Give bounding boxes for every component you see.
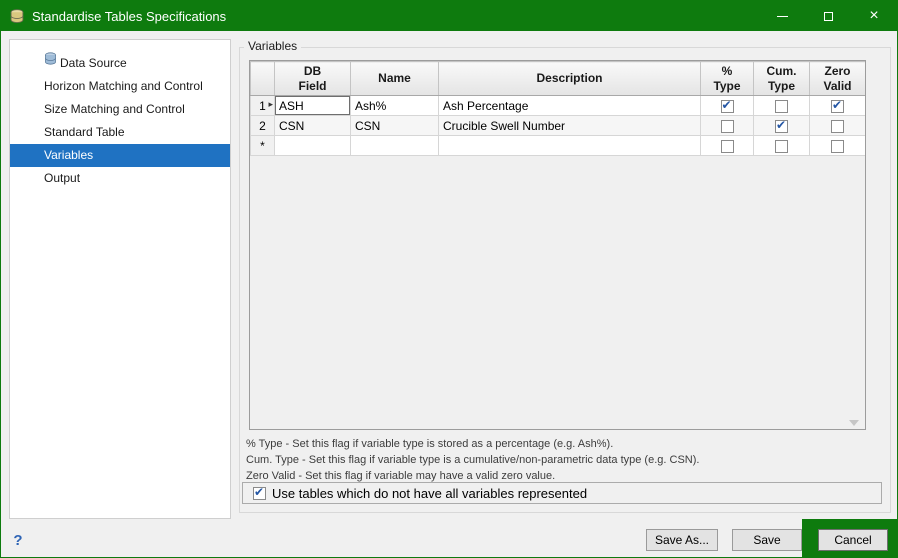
sidebar-item-standard-table[interactable]: Standard Table [10,121,230,144]
current-row-icon: ▸ [268,99,273,110]
database-icon [44,51,60,74]
pct-type-checkbox[interactable] [721,140,734,153]
use-tables-label: Use tables which do not have all variabl… [272,486,587,501]
cell-description[interactable]: Ash Percentage [439,96,701,116]
cum-type-checkbox[interactable] [775,120,788,133]
grid-body: 1▸ASHAsh%Ash Percentage2CSNCSNCrucible S… [251,96,866,156]
use-tables-option: Use tables which do not have all variabl… [242,482,882,504]
variables-group: Variables DB Field Name Description % Ty… [239,47,891,513]
row-header[interactable]: * [251,136,275,156]
column-header-name[interactable]: Name [351,62,439,96]
sidebar-item-label: Standard Table [44,125,125,139]
scroll-down-icon[interactable] [849,420,859,426]
dialog-window: Standardise Tables Specifications × Data… [0,0,898,558]
variables-grid: DB Field Name Description % Type Cum. Ty… [249,60,866,430]
cell-name[interactable] [351,136,439,156]
maximize-button[interactable] [805,1,851,31]
sidebar-item-data-source[interactable]: Data Source [10,52,230,75]
table-row: 2CSNCSNCrucible Swell Number [251,116,866,136]
minimize-button[interactable] [759,1,805,31]
sidebar-item-variables[interactable]: Variables [10,144,230,167]
close-icon: × [869,8,878,24]
use-tables-checkbox[interactable] [253,487,266,500]
column-header-cum-type[interactable]: Cum. Type [754,62,810,96]
cell-name[interactable]: Ash% [351,96,439,116]
help-button[interactable]: ? [9,530,27,550]
cum-type-checkbox[interactable] [775,100,788,113]
cell-db-field[interactable] [275,136,351,156]
cell-description[interactable] [439,136,701,156]
cell-pct-type[interactable] [701,136,754,156]
sidebar-item-horizon-matching[interactable]: Horizon Matching and Control [10,75,230,98]
sidebar-item-label: Horizon Matching and Control [44,79,203,93]
table-row: 1▸ASHAsh%Ash Percentage [251,96,866,116]
titlebar: Standardise Tables Specifications × [1,1,897,31]
save-as-button[interactable]: Save As... [646,529,718,551]
row-header[interactable]: 1▸ [251,96,275,116]
cell-db-field[interactable]: CSN [275,116,351,136]
cell-db-field[interactable]: ASH [275,96,351,116]
window-title: Standardise Tables Specifications [32,9,226,24]
cell-name[interactable]: CSN [351,116,439,136]
close-button[interactable]: × [851,1,897,31]
row-header[interactable]: 2 [251,116,275,136]
column-header-zero-valid[interactable]: Zero Valid [810,62,866,96]
cell-cum-type[interactable] [754,136,810,156]
pct-type-checkbox[interactable] [721,100,734,113]
sidebar-item-label: Variables [44,148,93,162]
column-header-db-field[interactable]: DB Field [275,62,351,96]
cell-zero-valid[interactable] [810,96,866,116]
zero-valid-checkbox[interactable] [831,100,844,113]
zero-valid-checkbox[interactable] [831,140,844,153]
cell-cum-type[interactable] [754,116,810,136]
cum-type-checkbox[interactable] [775,140,788,153]
minimize-icon [777,16,788,17]
sidebar: Data Source Horizon Matching and Control… [9,39,231,519]
maximize-icon [824,12,833,21]
zero-valid-checkbox[interactable] [831,120,844,133]
group-label: Variables [244,39,301,53]
cell-pct-type[interactable] [701,116,754,136]
sidebar-item-output[interactable]: Output [10,167,230,190]
column-header-description[interactable]: Description [439,62,701,96]
table-row: * [251,136,866,156]
help-line-pct-type: % Type - Set this flag if variable type … [246,436,876,452]
flag-help-text: % Type - Set this flag if variable type … [246,436,876,484]
cell-pct-type[interactable] [701,96,754,116]
database-app-icon [10,9,24,24]
column-header-pct-type[interactable]: % Type [701,62,754,96]
grid-corner [251,62,275,96]
sidebar-item-size-matching[interactable]: Size Matching and Control [10,98,230,121]
cell-description[interactable]: Crucible Swell Number [439,116,701,136]
pct-type-checkbox[interactable] [721,120,734,133]
save-button[interactable]: Save [732,529,802,551]
sidebar-item-label: Data Source [60,56,127,70]
cell-zero-valid[interactable] [810,136,866,156]
cancel-button[interactable]: Cancel [818,529,888,551]
cell-cum-type[interactable] [754,96,810,116]
cell-zero-valid[interactable] [810,116,866,136]
help-line-cum-type: Cum. Type - Set this flag if variable ty… [246,452,876,468]
sidebar-item-label: Size Matching and Control [44,102,185,116]
sidebar-item-label: Output [44,171,80,185]
